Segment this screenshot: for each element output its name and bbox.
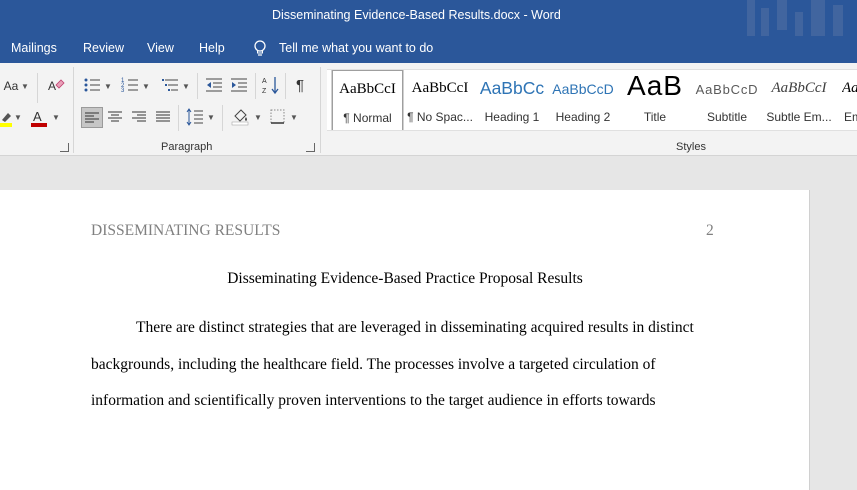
style-name: Heading 2	[555, 110, 611, 124]
paragraph-line: information and scientifically proven in…	[91, 392, 656, 409]
style-normal[interactable]: AaBbCcI ¶ Normal	[331, 70, 404, 130]
svg-text:A: A	[33, 109, 42, 124]
page-number: 2	[706, 222, 714, 239]
paragraph-line: There are distinct strategies that are l…	[136, 319, 694, 336]
font-color-icon[interactable]: A	[30, 108, 48, 128]
style-sample: AaBbCcI	[771, 80, 827, 96]
tab-view[interactable]: View	[147, 41, 174, 55]
change-case-button[interactable]: Aa	[0, 77, 22, 95]
divider	[285, 73, 286, 99]
ribbon: Aa ▼ A ▼ A ▼ ▼ 1 2 3 ▼ ▼ AZ ¶ ▼ ▼ ▼ Para…	[0, 63, 857, 156]
paragraph-group-label: Paragraph	[161, 141, 213, 153]
bullets-icon[interactable]	[83, 76, 101, 94]
style-sample: Aa	[842, 80, 857, 96]
title-bar-decoration	[747, 0, 857, 36]
clear-formatting-icon[interactable]: A	[45, 76, 65, 96]
chevron-down-icon[interactable]: ▼	[14, 113, 22, 122]
divider	[73, 67, 74, 153]
tab-mailings[interactable]: Mailings	[11, 41, 57, 55]
align-left-icon	[85, 112, 99, 122]
document-canvas: DISSEMINATING RESULTS 2 Disseminating Ev…	[0, 157, 857, 490]
align-right-icon[interactable]	[132, 111, 146, 123]
style-subtle-emphasis[interactable]: AaBbCcI Subtle Em...	[763, 70, 835, 130]
svg-text:Z: Z	[262, 88, 267, 95]
divider	[255, 73, 256, 99]
justify-icon[interactable]	[156, 111, 170, 123]
align-center-icon[interactable]	[108, 111, 122, 123]
tab-help[interactable]: Help	[199, 41, 225, 55]
paragraph-line: backgrounds, including the healthcare fi…	[91, 356, 656, 373]
chevron-down-icon[interactable]: ▼	[104, 82, 112, 91]
divider	[197, 73, 198, 99]
style-name: Subtitle	[706, 110, 748, 124]
style-subtitle[interactable]: AaBbCcD Subtitle	[692, 70, 762, 130]
chevron-down-icon[interactable]: ▼	[182, 82, 190, 91]
title-bar: Disseminating Evidence-Based Results.doc…	[0, 0, 857, 36]
style-sample: AaBbCcD	[552, 81, 614, 97]
divider	[320, 67, 321, 153]
style-sample: AaBbCc	[479, 78, 545, 98]
shading-icon[interactable]	[231, 108, 251, 126]
running-head: DISSEMINATING RESULTS	[91, 222, 281, 239]
svg-text:3: 3	[121, 88, 125, 94]
tab-review[interactable]: Review	[83, 41, 124, 55]
document-title: Disseminating Evidence-Based Practice Pr…	[227, 270, 583, 287]
divider	[37, 73, 38, 103]
chevron-down-icon[interactable]: ▼	[207, 113, 215, 122]
document-page[interactable]: DISSEMINATING RESULTS 2 Disseminating Ev…	[0, 190, 810, 490]
style-name: Em	[844, 110, 857, 124]
ribbon-tabs: Mailings Review View Help Tell me what y…	[0, 36, 857, 63]
chevron-down-icon[interactable]: ▼	[52, 113, 60, 122]
style-no-spacing[interactable]: AaBbCcI ¶ No Spac...	[404, 70, 476, 130]
style-name: Heading 1	[484, 110, 540, 124]
numbering-icon[interactable]: 1 2 3	[121, 76, 139, 94]
increase-indent-icon[interactable]	[230, 76, 248, 94]
style-name: Subtle Em...	[766, 110, 832, 124]
lightbulb-icon[interactable]	[252, 39, 268, 57]
style-heading-2[interactable]: AaBbCcD Heading 2	[548, 70, 618, 130]
svg-text:A: A	[262, 78, 267, 85]
highlight-color-icon[interactable]	[0, 108, 14, 128]
style-name: Title	[643, 110, 667, 124]
style-sample: AaBbCcD	[695, 82, 759, 97]
style-name: ¶ No Spac...	[407, 110, 473, 124]
chevron-down-icon[interactable]: ▼	[142, 82, 150, 91]
style-name: ¶ Normal	[343, 111, 392, 125]
svg-text:A: A	[48, 79, 56, 93]
borders-icon[interactable]	[270, 109, 285, 124]
line-spacing-icon[interactable]	[186, 108, 204, 126]
divider	[222, 105, 223, 131]
chevron-down-icon[interactable]: ▼	[21, 82, 29, 91]
style-emphasis[interactable]: Aa Em	[836, 70, 857, 130]
show-formatting-marks-icon[interactable]: ¶	[291, 75, 309, 95]
align-left-button[interactable]	[81, 107, 103, 128]
styles-group-label: Styles	[676, 141, 706, 153]
tell-me-search[interactable]: Tell me what you want to do	[279, 41, 433, 55]
chevron-down-icon[interactable]: ▼	[290, 113, 298, 122]
styles-gallery: AaBbCcI ¶ Normal AaBbCcI ¶ No Spac... Aa…	[327, 69, 857, 131]
style-sample: AaBbCcI	[411, 80, 469, 96]
style-heading-1[interactable]: AaBbCc Heading 1	[477, 70, 547, 130]
divider	[178, 105, 179, 131]
font-dialog-launcher[interactable]	[60, 143, 69, 152]
decrease-indent-icon[interactable]	[205, 76, 223, 94]
multilevel-list-icon[interactable]	[161, 76, 179, 94]
style-title[interactable]: AaB Title	[619, 70, 691, 130]
style-sample: AaB	[627, 70, 683, 101]
window-title: Disseminating Evidence-Based Results.doc…	[272, 8, 561, 22]
sort-icon[interactable]: AZ	[262, 75, 280, 95]
chevron-down-icon[interactable]: ▼	[254, 113, 262, 122]
style-sample: AaBbCcI	[339, 81, 396, 97]
paragraph-dialog-launcher[interactable]	[306, 143, 315, 152]
